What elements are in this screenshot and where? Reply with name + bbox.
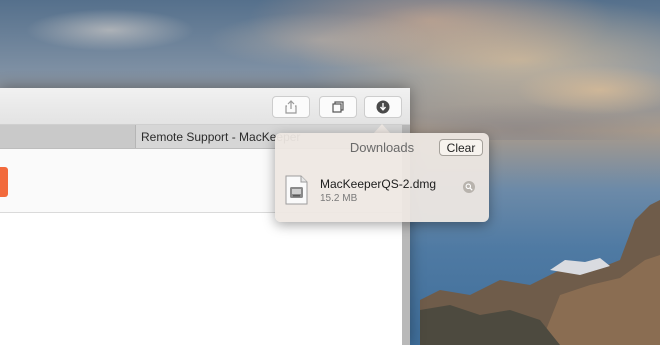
- downloads-popover: Downloads Clear MacKeeperQS-2.dmg 15.2 M…: [275, 133, 489, 222]
- tab-previous[interactable]: [0, 125, 136, 148]
- disk-image-icon[interactable]: [285, 175, 308, 205]
- downloads-button[interactable]: [364, 96, 402, 118]
- toolbar: [0, 88, 410, 125]
- download-size: 15.2 MB: [320, 193, 358, 204]
- share-icon: [285, 100, 297, 114]
- reveal-in-finder-button[interactable]: [463, 181, 475, 193]
- tabs-overview-button[interactable]: [319, 96, 357, 118]
- download-filename[interactable]: MacKeeperQS-2.dmg: [320, 177, 436, 191]
- share-button[interactable]: [272, 96, 310, 118]
- magnifier-icon: [465, 183, 473, 191]
- clear-button[interactable]: Clear: [439, 139, 483, 156]
- orange-action-button[interactable]: [0, 167, 8, 197]
- downloads-icon: [376, 100, 390, 114]
- tabs-overview-icon: [332, 101, 344, 113]
